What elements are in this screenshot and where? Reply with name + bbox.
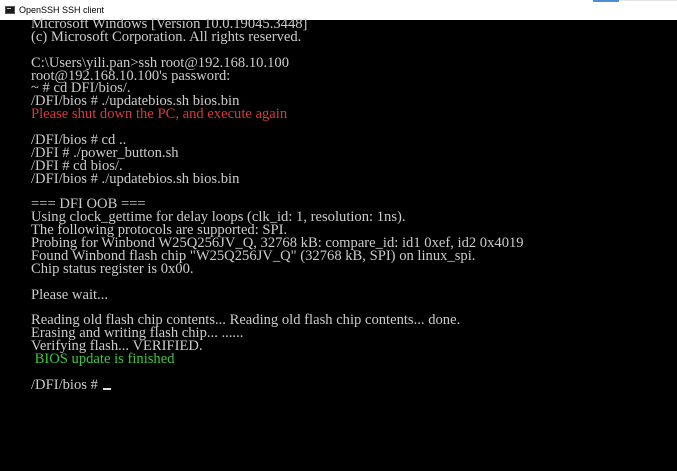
console-line: /DFI # ./power_button.sh (31, 144, 179, 161)
console-line: Chip status register is 0x00. (31, 260, 194, 277)
console-success-line: BIOS update is finished (31, 351, 175, 368)
console-line: (c) Microsoft Corporation. All rights re… (31, 28, 302, 45)
console-error-line: Please shut down the PC, and execute aga… (31, 106, 288, 123)
console-app-icon (5, 6, 15, 14)
window-title: OpenSSH SSH client (19, 5, 105, 15)
console-line: Please wait... (31, 286, 109, 303)
console-output[interactable]: Microsoft Windows [Version 10.0.19045.34… (31, 18, 671, 468)
console-prompt: /DFI/bios # (31, 376, 102, 393)
console-prompt-line[interactable]: /DFI/bios # (31, 376, 671, 393)
title-bar[interactable]: OpenSSH SSH client (0, 0, 677, 20)
title-bar-accent (593, 0, 619, 2)
title-bar-edge (619, 0, 677, 1)
console-line: /DFI/bios # ./updatebios.sh bios.bin (31, 170, 240, 187)
text-cursor (102, 387, 111, 390)
ssh-client-window: OpenSSH SSH client Microsoft Windows [Ve… (0, 0, 677, 471)
